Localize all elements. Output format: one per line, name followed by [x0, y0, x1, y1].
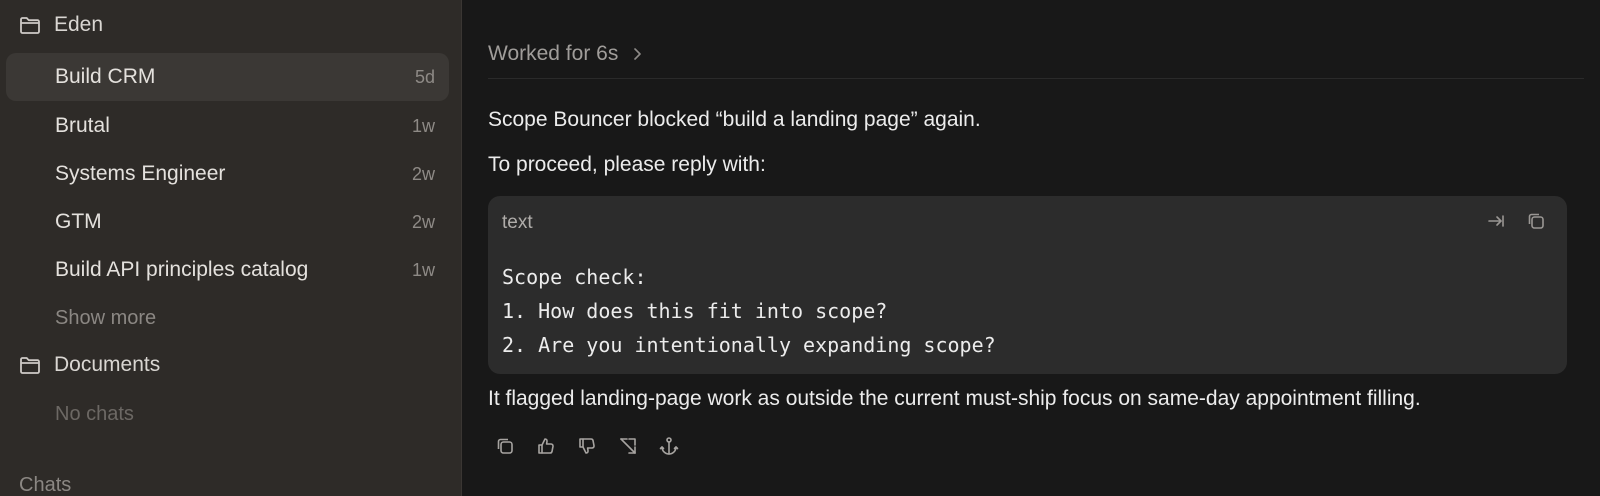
- sidebar-item-brutal[interactable]: Brutal 1w: [6, 102, 449, 150]
- worked-label: Worked for 6s: [488, 42, 619, 65]
- message-line-1: Scope Bouncer blocked “build a landing p…: [488, 108, 981, 131]
- sidebar: Eden Build CRM 5d Brutal 1w Systems Engi…: [0, 0, 462, 496]
- code-language-label: text: [502, 212, 533, 233]
- show-more-link[interactable]: Show more: [55, 307, 156, 330]
- thumbs-down-icon: [579, 438, 595, 454]
- worked-disclosure[interactable]: Worked for 6s: [488, 42, 644, 66]
- sidebar-item-label: Build API principles catalog: [55, 258, 309, 281]
- copy-icon[interactable]: [1525, 210, 1547, 232]
- folder-icon: [20, 17, 40, 34]
- sidebar-item-age: 5d: [414, 66, 435, 87]
- sidebar-item-gtm[interactable]: GTM 2w: [6, 198, 449, 246]
- divider: [488, 78, 1584, 79]
- folder-label: Eden: [54, 13, 104, 36]
- sidebar-item-age: 1w: [411, 115, 435, 136]
- message-actions: [494, 435, 680, 457]
- chats-section-label: Chats: [19, 474, 72, 496]
- sidebar-item-label: GTM: [55, 210, 102, 233]
- sidebar-item-label: Systems Engineer: [55, 162, 226, 185]
- chat-panel: Worked for 6s Scope Bouncer blocked “bui…: [462, 0, 1600, 496]
- code-line: 1. How does this fit into scope?: [502, 299, 888, 323]
- code-line: Scope check:: [502, 265, 647, 289]
- thumbs-up-button[interactable]: [535, 435, 557, 457]
- sidebar-item-label: Build CRM: [55, 65, 156, 88]
- sidebar-item-age: 2w: [411, 211, 435, 232]
- sidebar-item-age: 2w: [411, 163, 435, 184]
- app-window: Eden Build CRM 5d Brutal 1w Systems Engi…: [0, 0, 1600, 496]
- documents-empty-state: No chats: [55, 403, 134, 425]
- thumbs-up-icon: [538, 438, 554, 454]
- sidebar-item-build-crm[interactable]: Build CRM 5d: [6, 53, 449, 101]
- copy-icon: [497, 438, 513, 454]
- sidebar-item-label: Brutal: [55, 114, 110, 137]
- folder-eden[interactable]: Eden: [18, 13, 103, 37]
- thumbs-down-button[interactable]: [576, 435, 598, 457]
- folder-icon: [20, 357, 40, 374]
- code-actions: [1485, 210, 1547, 232]
- folder-label: Documents: [54, 353, 161, 376]
- insert-arrow-icon[interactable]: [1485, 210, 1507, 232]
- sidebar-item-build-api-principles-catalog[interactable]: Build API principles catalog 1w: [6, 246, 449, 294]
- sidebar-item-systems-engineer[interactable]: Systems Engineer 2w: [6, 150, 449, 198]
- message-line-2: To proceed, please reply with:: [488, 153, 766, 176]
- message-line-3: It flagged landing-page work as outside …: [488, 387, 1421, 410]
- fork-button[interactable]: [617, 435, 639, 457]
- sidebar-item-age: 1w: [411, 259, 435, 280]
- code-line: 2. Are you intentionally expanding scope…: [502, 333, 996, 357]
- folder-documents[interactable]: Documents: [18, 353, 160, 377]
- anchor-button[interactable]: [658, 435, 680, 457]
- fork-icon: [620, 438, 636, 454]
- code-content: Scope check: 1. How does this fit into sc…: [502, 260, 996, 362]
- anchor-icon: [659, 437, 679, 455]
- copy-message-button[interactable]: [494, 435, 516, 457]
- chevron-right-icon: [634, 48, 642, 60]
- code-block: text Scope check: 1. How does this fit in…: [488, 196, 1567, 374]
